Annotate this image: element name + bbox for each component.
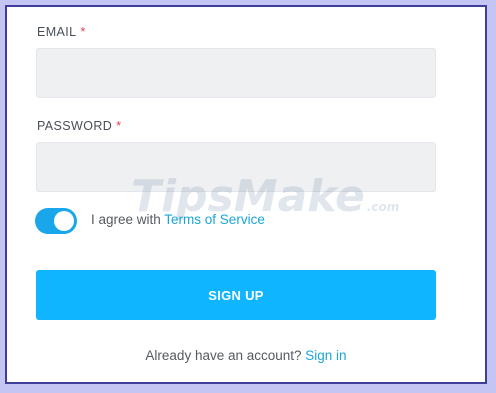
email-field[interactable] <box>36 48 436 98</box>
signup-button[interactable]: SIGN UP <box>36 270 436 320</box>
password-required-mark: * <box>116 119 122 133</box>
signup-form-panel: EMAIL * PASSWORD * TipsMake .com I agree wi… <box>5 5 487 384</box>
signin-prompt: Already have an account? Sign in <box>7 348 485 363</box>
email-required-mark: * <box>80 25 86 39</box>
password-label-text: PASSWORD <box>37 119 113 133</box>
terms-text: I agree with <box>91 212 165 227</box>
terms-toggle[interactable] <box>35 208 77 234</box>
signin-link[interactable]: Sign in <box>305 348 346 363</box>
email-label-text: EMAIL <box>37 25 77 39</box>
terms-of-service-link[interactable]: Terms of Service <box>164 212 265 227</box>
terms-agreement: I agree with Terms of Service <box>91 212 265 227</box>
watermark-suffix: .com <box>366 200 400 214</box>
password-field[interactable] <box>36 142 436 192</box>
password-label: PASSWORD * <box>37 119 121 133</box>
email-label: EMAIL * <box>37 25 86 39</box>
signin-text: Already have an account? <box>145 348 306 363</box>
toggle-knob <box>54 211 74 231</box>
